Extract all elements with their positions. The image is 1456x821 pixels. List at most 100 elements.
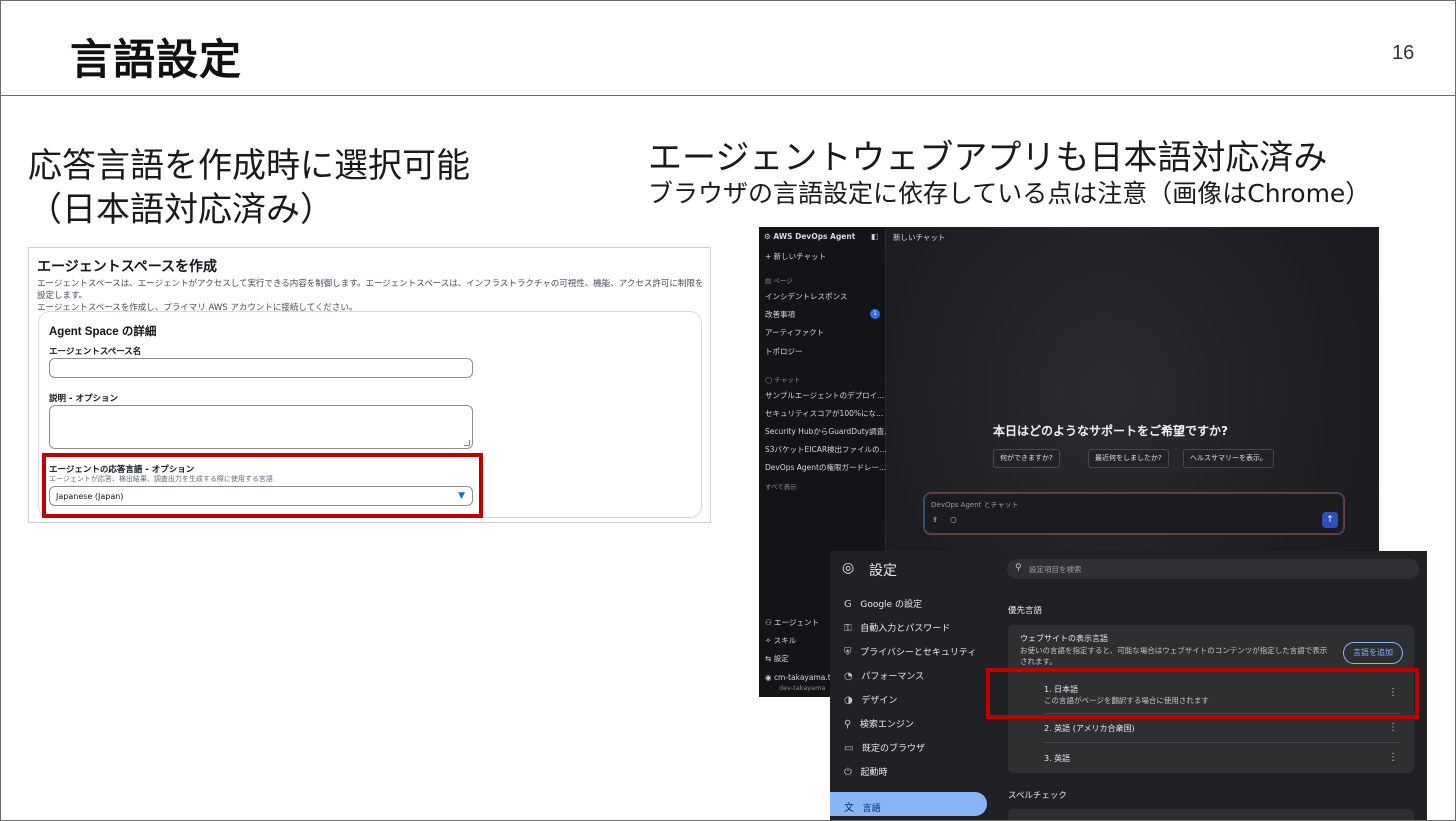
spark-icon: ✧ bbox=[765, 636, 772, 645]
user-name: cm-takayama.t bbox=[773, 673, 831, 682]
nav-languages[interactable]: 文 言語 bbox=[844, 799, 881, 814]
nav-performance-label: パフォーマンス bbox=[861, 672, 925, 682]
nav-performance[interactable]: ◔ パフォーマンス bbox=[844, 669, 924, 682]
search-icon: ⚲ bbox=[1015, 563, 1022, 573]
nav-default-browser[interactable]: ▭ 既定のブラウザ bbox=[844, 741, 925, 754]
display-language-desc-line1: お使いの言語を指定すると、可能な場合はウェブサイトのコンテンツが指定した言語で表… bbox=[1020, 646, 1328, 655]
settings-search-input[interactable]: ⚲ 設定項目を検索 bbox=[1007, 559, 1419, 579]
form-description-line1: エージェントスペースは、エージェントがアクセスして実行できる内容を制御します。エ… bbox=[37, 279, 704, 301]
gauge-icon: ◔ bbox=[844, 671, 853, 682]
nav-privacy-label: プライバシーとセキュリティ bbox=[860, 648, 977, 658]
row-divider bbox=[1044, 742, 1400, 743]
right-subheading: ブラウザの言語設定に依存している点は注意（画像はChrome） bbox=[648, 179, 1371, 208]
user-space: dev-takayama bbox=[779, 684, 826, 692]
nav-improvements[interactable]: 改善事項 bbox=[765, 309, 795, 320]
improvements-count-badge: 1 bbox=[870, 309, 880, 319]
chat-input-box[interactable]: DevOps Agent とチャット ⇪ ○ ↑ bbox=[923, 492, 1345, 535]
nav-on-startup[interactable]: ⏻ 起動時 bbox=[844, 765, 888, 778]
chat-history-item[interactable]: S3バケットEICAR検出ファイルの... bbox=[765, 444, 887, 455]
language-item-name: 2. 英語 (アメリカ合衆国) bbox=[1044, 724, 1135, 733]
suggestion-chip[interactable]: 最近何をしましたか? bbox=[1088, 449, 1169, 468]
agent-space-name-input[interactable] bbox=[49, 358, 473, 378]
nav-autofill[interactable]: ⚿ 自動入力とパスワード bbox=[844, 621, 950, 634]
settings-search-placeholder: 設定項目を検索 bbox=[1029, 565, 1082, 574]
chat-section-label: ◯ チャット bbox=[765, 374, 800, 384]
agent-circle-icon[interactable]: ○ bbox=[950, 515, 957, 524]
spell-check-heading: スペルチェック bbox=[1008, 791, 1067, 801]
collapse-sidebar-icon[interactable]: ◧ bbox=[871, 232, 878, 241]
pages-section-label: ▤ ページ bbox=[765, 275, 793, 285]
welcome-question: 本日はどのようなサポートをご希望ですか? bbox=[993, 424, 1228, 438]
nav-agent[interactable]: ⚇ エージェント bbox=[765, 617, 819, 628]
nav-privacy[interactable]: ⛨ プライバシーとセキュリティ bbox=[844, 645, 976, 658]
preferred-languages-heading: 優先言語 bbox=[1008, 606, 1043, 616]
upload-icon[interactable]: ⇪ bbox=[932, 515, 938, 524]
browser-window-icon: ▭ bbox=[844, 743, 854, 754]
chat-bubble-icon: ◯ bbox=[765, 376, 773, 384]
chat-header-title: 新しいチャット bbox=[893, 233, 946, 242]
suggestion-chip[interactable]: ヘルスサマリーを表示。 bbox=[1183, 449, 1274, 468]
pages-label: ページ bbox=[773, 277, 793, 285]
nav-google-settings-label: Google の設定 bbox=[860, 600, 922, 610]
chrome-settings-screenshot: ◎ 設定 ⚲ 設定項目を検索 G Google の設定 ⚿ 自動入力とパスワード… bbox=[830, 551, 1427, 821]
nav-incident-response[interactable]: インシデントレスポンス bbox=[765, 291, 847, 302]
name-field-label: エージェントスペース名 bbox=[49, 347, 142, 357]
nav-agent-label: エージェント bbox=[774, 618, 819, 627]
chat-history-item[interactable]: Security HubからGuardDuty調査... bbox=[765, 426, 891, 437]
nav-topology[interactable]: トポロジー bbox=[765, 346, 803, 357]
nav-appearance[interactable]: ◑ デザイン bbox=[844, 693, 897, 706]
new-chat-button[interactable]: + 新しいチャット bbox=[765, 251, 826, 262]
nav-on-startup-label: 起動時 bbox=[860, 768, 888, 778]
add-language-button[interactable]: 言語を追加 bbox=[1343, 642, 1403, 664]
nav-search-engine-label: 検索エンジン bbox=[859, 720, 914, 730]
nav-artifacts[interactable]: アーティファクト bbox=[765, 327, 824, 338]
user-profile[interactable]: ◉ cm-takayama.t bbox=[765, 673, 831, 682]
left-heading: 応答言語を作成時に選択可能 （日本語対応済み） bbox=[28, 144, 470, 232]
nav-autofill-label: 自動入力とパスワード bbox=[860, 624, 951, 634]
chat-label: チャット bbox=[774, 376, 801, 384]
chat-history-item[interactable]: DevOps Agentの権限ガードレー... bbox=[765, 462, 886, 473]
settings-title: 設定 bbox=[869, 563, 897, 579]
nav-skills-label: スキル bbox=[773, 636, 797, 645]
show-all-link[interactable]: すべて表示 bbox=[765, 481, 797, 491]
chat-history-item[interactable]: セキュリティスコアが100%にな... bbox=[765, 408, 883, 419]
left-heading-line1: 応答言語を作成時に選択可能 bbox=[28, 146, 470, 186]
language-more-icon[interactable]: ⋮ bbox=[1388, 752, 1398, 763]
nav-settings[interactable]: ⇆ 設定 bbox=[765, 653, 789, 664]
language-item-name: 3. 英語 bbox=[1044, 754, 1071, 763]
page-icon: ▤ bbox=[765, 277, 772, 285]
chrome-logo-icon: ◎ bbox=[842, 560, 855, 576]
form-title: エージェントスペースを作成 bbox=[37, 258, 218, 274]
nav-settings-label: 設定 bbox=[773, 654, 789, 663]
description-textarea[interactable] bbox=[49, 405, 473, 449]
nav-search-engine[interactable]: ⚲ 検索エンジン bbox=[844, 717, 914, 730]
nav-google-settings[interactable]: G Google の設定 bbox=[844, 597, 922, 610]
card-title: Agent Space の詳細 bbox=[49, 326, 157, 338]
robot-icon: ⚇ bbox=[765, 618, 772, 627]
agent-brand-label: AWS DevOps Agent bbox=[773, 232, 856, 241]
chat-history-item[interactable]: サンプルエージェントのデプロイ... bbox=[765, 390, 884, 401]
display-language-title: ウェブサイトの表示言語 bbox=[1020, 634, 1108, 643]
key-icon: ⚿ bbox=[844, 623, 852, 634]
agent-space-form-screenshot: エージェントスペースを作成 エージェントスペースは、エージェントがアクセスして実… bbox=[28, 247, 711, 523]
spell-check-card bbox=[1008, 809, 1414, 821]
google-icon: G bbox=[844, 599, 852, 610]
right-heading: エージェントウェブアプリも日本語対応済み bbox=[648, 138, 1328, 178]
nav-default-browser-label: 既定のブラウザ bbox=[862, 744, 926, 754]
page-number: 16 bbox=[1392, 42, 1415, 64]
suggestion-chip[interactable]: 何ができますか? bbox=[993, 449, 1060, 468]
magnifier-icon: ⚲ bbox=[844, 719, 852, 730]
sliders-icon: ⇆ bbox=[765, 654, 772, 663]
left-heading-line2: （日本語対応済み） bbox=[28, 190, 334, 230]
send-button[interactable]: ↑ bbox=[1322, 512, 1338, 528]
aws-logo-icon: ⚙ bbox=[764, 232, 771, 241]
display-language-desc-line2: されます。 bbox=[1020, 657, 1057, 666]
resize-handle-icon[interactable] bbox=[464, 440, 470, 446]
japanese-highlight-box bbox=[986, 668, 1419, 719]
form-description: エージェントスペースは、エージェントがアクセスして実行できる内容を制御します。エ… bbox=[37, 278, 707, 314]
language-more-icon[interactable]: ⋮ bbox=[1388, 722, 1398, 733]
palette-icon: ◑ bbox=[844, 695, 853, 706]
agent-brand: ⚙ AWS DevOps Agent bbox=[764, 232, 855, 241]
user-avatar-icon: ◉ bbox=[765, 673, 772, 682]
nav-skills[interactable]: ✧ スキル bbox=[765, 635, 796, 646]
